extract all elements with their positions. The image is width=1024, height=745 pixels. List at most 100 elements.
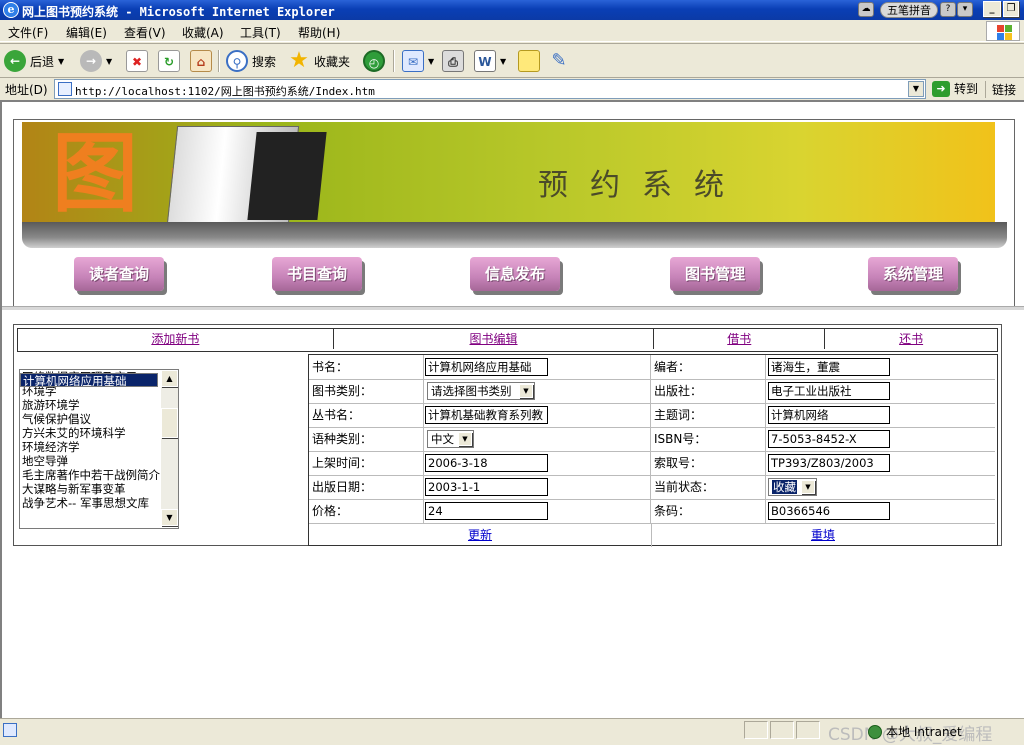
category-select[interactable]: 请选择图书类别 ▼	[427, 382, 535, 400]
status-pane	[744, 721, 768, 739]
menu-view[interactable]: 查看(V)	[124, 24, 166, 41]
status-select[interactable]: 收藏 ▼	[768, 478, 817, 496]
list-item[interactable]: 计算机网络应用基础	[20, 373, 158, 387]
banner-subtitle: 预约系统	[538, 168, 746, 203]
favorites-button[interactable]: ★ 收藏夹	[288, 49, 350, 73]
update-link[interactable]: 更新	[468, 528, 492, 542]
list-item[interactable]: 毛主席著作中若干战例简介	[20, 468, 160, 482]
field-label: 出版日期：	[312, 480, 373, 494]
print-icon[interactable]: ⎙	[442, 50, 464, 72]
links-button[interactable]: 链接	[985, 81, 1016, 98]
page-status-icon	[3, 723, 17, 737]
price-input[interactable]: 24	[425, 502, 548, 520]
minimize-button[interactable]: _	[983, 1, 1001, 17]
ime-indicator[interactable]: 五笔拼音	[880, 2, 938, 18]
menu-favorites[interactable]: 收藏(A)	[182, 24, 224, 41]
list-item[interactable]: 气候保护倡议	[20, 412, 160, 426]
listbox-scrollbar[interactable]: ▲ ▼	[161, 370, 178, 526]
messenger-icon[interactable]: ✎	[548, 50, 570, 72]
history-icon[interactable]: ◴	[363, 50, 385, 72]
chevron-down-icon[interactable]: ▼	[519, 384, 533, 398]
nav-reader-query[interactable]: 读者查询	[74, 257, 164, 291]
home-icon[interactable]: ⌂	[190, 50, 212, 72]
book-listbox[interactable]: 计算机网络应用基础网络数据库原理及应用环境学旅游环境学气候保护倡议方兴未艾的环境…	[19, 369, 179, 529]
list-item[interactable]: 地空导弹	[20, 454, 160, 468]
list-item[interactable]: 战争艺术-- 军事思想文库	[20, 496, 160, 510]
reset-cell: 重填	[651, 523, 995, 547]
address-label: 地址(D)	[5, 83, 48, 97]
field-label: 编者：	[654, 360, 691, 374]
ime-menu-icon[interactable]: ▾	[957, 2, 973, 17]
ime-help-icon[interactable]: ?	[940, 2, 956, 17]
nav-book-management[interactable]: 图书管理	[670, 257, 760, 291]
edit-book-link[interactable]: 图书编辑	[470, 332, 518, 346]
mail-icon[interactable]: ✉	[402, 50, 424, 72]
publish-date-input[interactable]: 2003-1-1	[425, 478, 548, 496]
forward-button[interactable]: → ▼	[80, 49, 112, 73]
menu-bar: 文件(F) 编辑(E) 查看(V) 收藏(A) 工具(T) 帮助(H)	[0, 20, 1024, 42]
list-item[interactable]: 旅游环境学	[20, 398, 160, 412]
nav-info-publish[interactable]: 信息发布	[470, 257, 560, 291]
menu-help[interactable]: 帮助(H)	[298, 24, 340, 41]
subject-input[interactable]: 计算机网络	[768, 406, 890, 424]
edit-dropdown-icon[interactable]: ▼	[500, 57, 506, 66]
nav-catalog-query[interactable]: 书目查询	[272, 257, 362, 291]
maximize-button[interactable]: ❐	[1003, 1, 1019, 17]
field-label: ISBN号：	[654, 432, 707, 446]
borrow-link[interactable]: 借书	[727, 332, 751, 346]
update-cell: 更新	[309, 523, 652, 547]
isbn-input[interactable]: 7-5053-8452-X	[768, 430, 890, 448]
column-divider	[650, 355, 651, 523]
edit-word-icon[interactable]: W	[474, 50, 496, 72]
back-dropdown-icon[interactable]: ▼	[58, 57, 64, 66]
back-label: 后退	[30, 54, 55, 69]
address-url[interactable]: http://localhost:1102/网上图书预约系统/Index.htm	[75, 83, 375, 99]
publisher-input[interactable]: 电子工业出版社	[768, 382, 890, 400]
list-item[interactable]: 大谋略与新军事变革	[20, 482, 160, 496]
form-row: 书名： 计算机网络应用基础 编者： 诸海生，董震	[309, 355, 995, 380]
menu-tools[interactable]: 工具(T)	[240, 24, 281, 41]
menu-edit[interactable]: 编辑(E)	[66, 24, 107, 41]
reset-link[interactable]: 重填	[811, 528, 835, 542]
scroll-down-icon[interactable]: ▼	[161, 509, 178, 526]
section-divider	[2, 306, 1024, 310]
refresh-icon[interactable]: ↻	[158, 50, 180, 72]
editor-input[interactable]: 诸海生，董震	[768, 358, 890, 376]
toolbar-separator	[393, 50, 395, 72]
list-item[interactable]: 环境经济学	[20, 440, 160, 454]
menu-file[interactable]: 文件(F)	[8, 24, 48, 41]
status-pane	[796, 721, 820, 739]
discuss-note-icon[interactable]	[518, 50, 540, 72]
barcode-input[interactable]: B0366546	[768, 502, 890, 520]
chevron-down-icon[interactable]: ▼	[801, 480, 815, 494]
list-item[interactable]: 方兴未艾的环境科学	[20, 426, 160, 440]
title-bar: e 网上图书预约系统 - Microsoft Internet Explorer…	[0, 0, 1024, 20]
search-button[interactable]: ⚲ 搜索	[226, 49, 276, 73]
series-input[interactable]: 计算机基础教育系列教	[425, 406, 548, 424]
forward-dropdown-icon[interactable]: ▼	[106, 57, 112, 66]
ime-cloud-icon[interactable]: ☁	[858, 2, 874, 17]
mail-dropdown-icon[interactable]: ▼	[428, 57, 434, 66]
field-label: 条码：	[654, 504, 691, 518]
call-number-input[interactable]: TP393/Z803/2003	[768, 454, 890, 472]
form-row: 图书类别： 请选择图书类别 ▼ 出版社： 电子工业出版社	[309, 379, 995, 404]
chevron-down-icon[interactable]: ▼	[458, 432, 472, 446]
title-input[interactable]: 计算机网络应用基础	[425, 358, 548, 376]
stop-icon[interactable]: ✖	[126, 50, 148, 72]
go-button[interactable]: ➜ 转到	[932, 80, 978, 97]
shelf-date-input[interactable]: 2006-3-18	[425, 454, 548, 472]
back-button[interactable]: ← 后退 ▼	[4, 49, 64, 73]
tab-add-book: 添加新书	[18, 329, 334, 349]
tab-borrow: 借书	[654, 329, 826, 349]
address-input[interactable]: http://localhost:1102/网上图书预约系统/Index.htm…	[54, 79, 926, 99]
add-book-link[interactable]: 添加新书	[151, 332, 199, 346]
nav-system-management[interactable]: 系统管理	[868, 257, 958, 291]
address-dropdown-icon[interactable]: ▼	[908, 81, 924, 97]
language-select[interactable]: 中文 ▼	[427, 430, 474, 448]
scroll-thumb[interactable]	[161, 408, 178, 438]
scroll-up-icon[interactable]: ▲	[161, 370, 178, 387]
return-link[interactable]: 还书	[899, 332, 923, 346]
form-row: 上架时间： 2006-3-18 索取号： TP393/Z803/2003	[309, 451, 995, 476]
go-label: 转到	[954, 82, 979, 96]
form-actions: 更新 重填	[309, 523, 995, 547]
